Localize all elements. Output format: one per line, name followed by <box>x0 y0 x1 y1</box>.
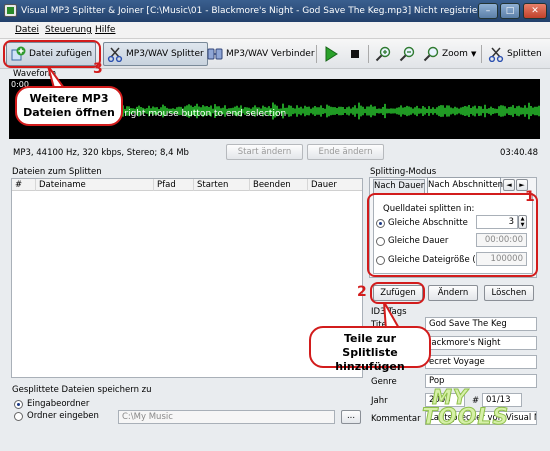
stop-icon <box>347 46 363 62</box>
col-filename[interactable]: Dateiname <box>36 179 154 191</box>
files-table-header: # Dateiname Pfad Starten Beenden Dauer <box>12 179 362 191</box>
menu-hilfe[interactable]: Hilfe <box>95 25 115 35</box>
zoom-out-icon <box>399 46 415 62</box>
highlight-add-file <box>3 40 101 68</box>
maximize-button[interactable]: □ <box>500 3 520 19</box>
zoom-button[interactable]: Zoom ▼ <box>420 42 479 66</box>
id3-title-input[interactable]: God Save The Keg <box>425 317 537 331</box>
splitting-group-label: Splitting-Modus <box>370 167 437 177</box>
save-custom-folder-label: Ordner eingeben <box>27 411 99 421</box>
col-number[interactable]: # <box>12 179 36 191</box>
stop-button[interactable] <box>344 42 366 66</box>
chevron-down-icon: ▼ <box>470 50 477 58</box>
joiner-button[interactable]: MP3/WAV Verbinder <box>204 42 318 66</box>
col-duration[interactable]: Dauer <box>308 179 362 191</box>
tab-scroll-left-button[interactable]: ◄ <box>503 179 515 191</box>
save-group-label: Gesplittete Dateien speichern zu <box>12 385 152 395</box>
split-button[interactable]: Splitten <box>485 42 545 66</box>
splitter-button[interactable]: MP3/WAV Splitter <box>103 42 208 66</box>
annotation-number-1: 1 <box>525 189 535 205</box>
save-input-folder-radio[interactable] <box>14 400 23 409</box>
id3-artist-input[interactable]: lackmore's Night <box>425 336 537 350</box>
zoom-in-icon <box>375 46 391 62</box>
id3-comment-label: Kommentar <box>371 414 421 424</box>
minimize-button[interactable]: – <box>478 3 498 19</box>
zoom-out-button[interactable] <box>396 42 418 66</box>
id3-album-input[interactable]: ecret Voyage <box>425 355 537 369</box>
highlight-split-mode <box>367 193 538 277</box>
close-button[interactable]: ✕ <box>523 3 547 19</box>
id3-genre-label: Genre <box>371 377 397 387</box>
scissors-icon <box>107 46 123 63</box>
id3-year-label: Jahr <box>371 396 388 406</box>
joiner-label: MP3/WAV Verbinder <box>226 49 315 59</box>
start-change-button[interactable]: Start ändern <box>226 144 303 160</box>
browse-button[interactable]: ... <box>341 410 361 424</box>
app-icon <box>4 4 17 17</box>
annotation-number-2: 2 <box>357 284 367 300</box>
annotation-number-3: 3 <box>93 61 103 77</box>
joiner-icon <box>207 46 223 62</box>
callout-add-to-split-list: Teile zur Splitliste hinzufügen <box>309 326 431 373</box>
col-start[interactable]: Starten <box>194 179 250 191</box>
col-end[interactable]: Beenden <box>250 179 308 191</box>
toolbar-separator <box>316 45 317 63</box>
highlight-add-button <box>370 282 425 304</box>
menu-steuerung[interactable]: Steuerung <box>45 25 92 35</box>
magnifier-icon <box>423 46 439 62</box>
play-button[interactable] <box>320 42 342 66</box>
change-section-button[interactable]: Ändern <box>428 285 478 301</box>
menu-bar: Datei Steuerung Hilfe <box>0 22 550 39</box>
save-path-input[interactable]: C:\My Music <box>118 410 335 424</box>
save-custom-folder-radio[interactable] <box>14 412 23 421</box>
files-group-label: Dateien zum Splitten <box>12 167 102 177</box>
duration: 03:40.48 <box>500 148 539 158</box>
save-input-folder-label: Eingabeordner <box>27 399 90 409</box>
audio-info: MP3, 44100 Hz, 320 kbps, Stereo; 8,4 Mb <box>13 148 189 158</box>
zoom-label: Zoom <box>442 49 468 59</box>
split-scissors-icon <box>488 46 504 63</box>
end-change-button[interactable]: Ende ändern <box>307 144 384 160</box>
zoom-in-button[interactable] <box>372 42 394 66</box>
tab-nach-abschnitten[interactable]: Nach Abschnitten <box>427 177 503 193</box>
clear-sections-button[interactable]: Löschen <box>484 285 534 301</box>
splitter-label: MP3/WAV Splitter <box>126 49 204 59</box>
play-icon <box>323 46 339 62</box>
callout-open-files: Weitere MP3 Dateien öffnen <box>15 86 123 126</box>
watermark-line2: TOOLS <box>421 405 510 431</box>
toolbar-separator <box>368 45 369 63</box>
toolbar-separator <box>481 45 482 63</box>
window-title: Visual MP3 Splitter & Joiner [C:\Music\0… <box>0 0 550 22</box>
split-label: Splitten <box>507 49 542 59</box>
col-path[interactable]: Pfad <box>154 179 194 191</box>
menu-datei[interactable]: Datei <box>15 25 39 35</box>
tab-nach-dauer[interactable]: Nach Dauer <box>373 179 425 193</box>
